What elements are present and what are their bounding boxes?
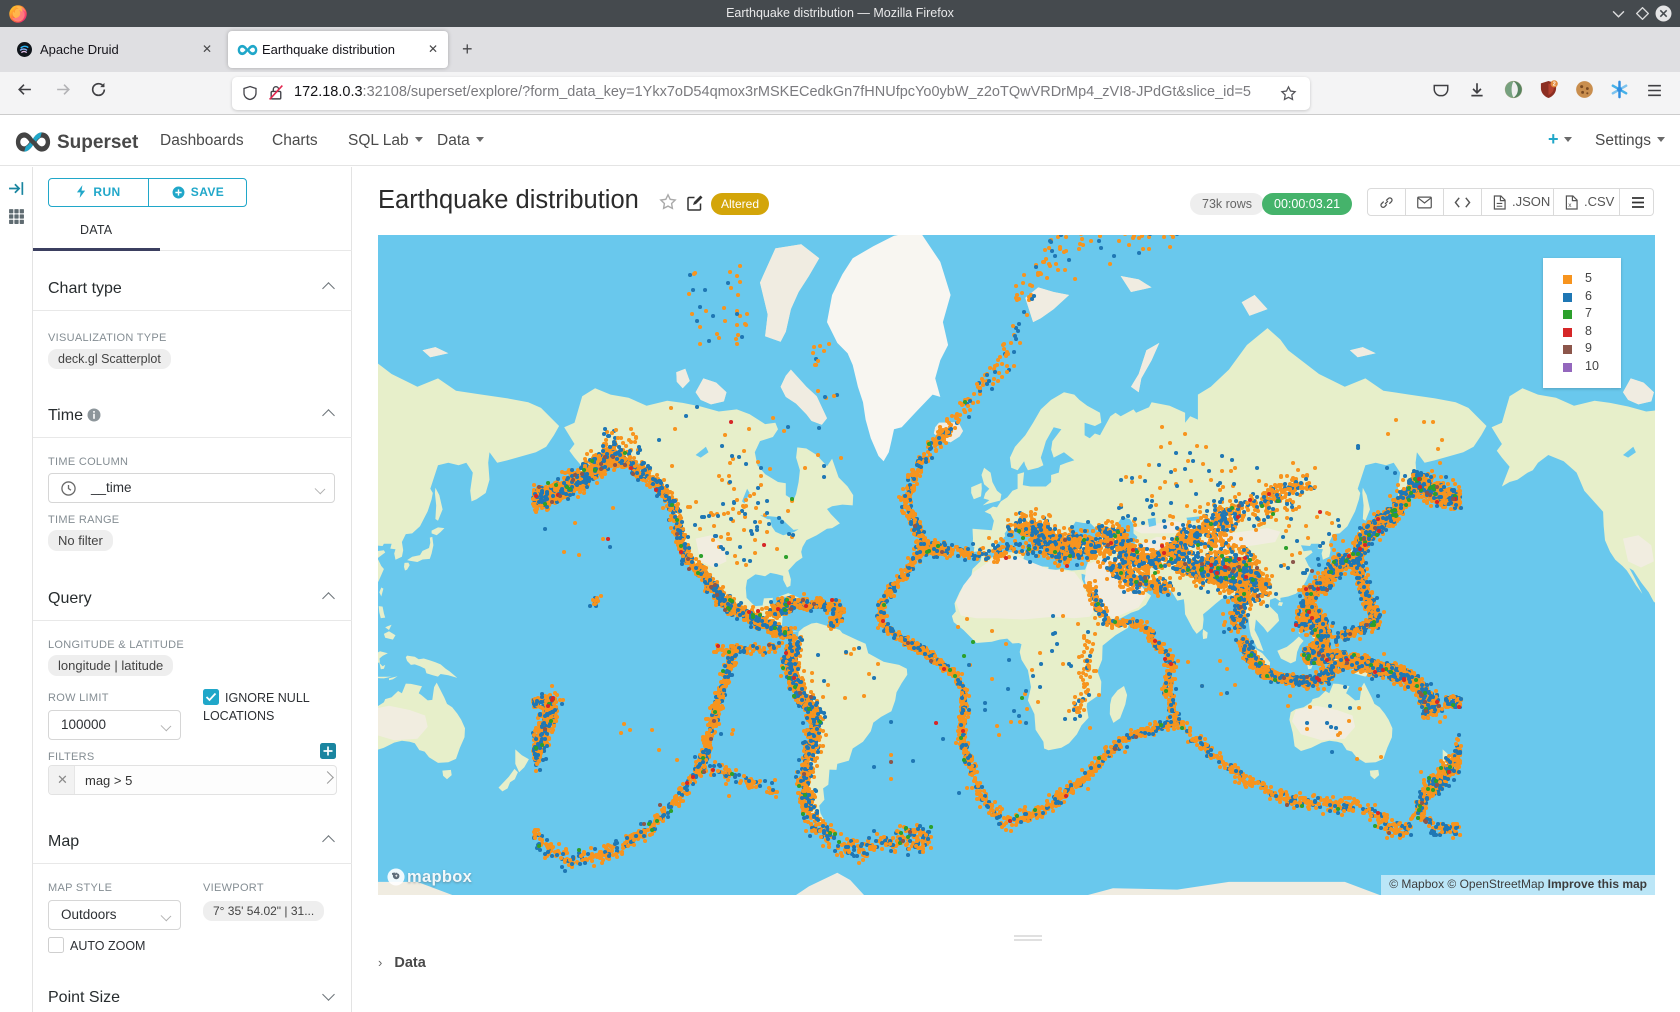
svg-text:2: 2 xyxy=(1553,81,1556,87)
svg-text:x: x xyxy=(1568,202,1572,209)
